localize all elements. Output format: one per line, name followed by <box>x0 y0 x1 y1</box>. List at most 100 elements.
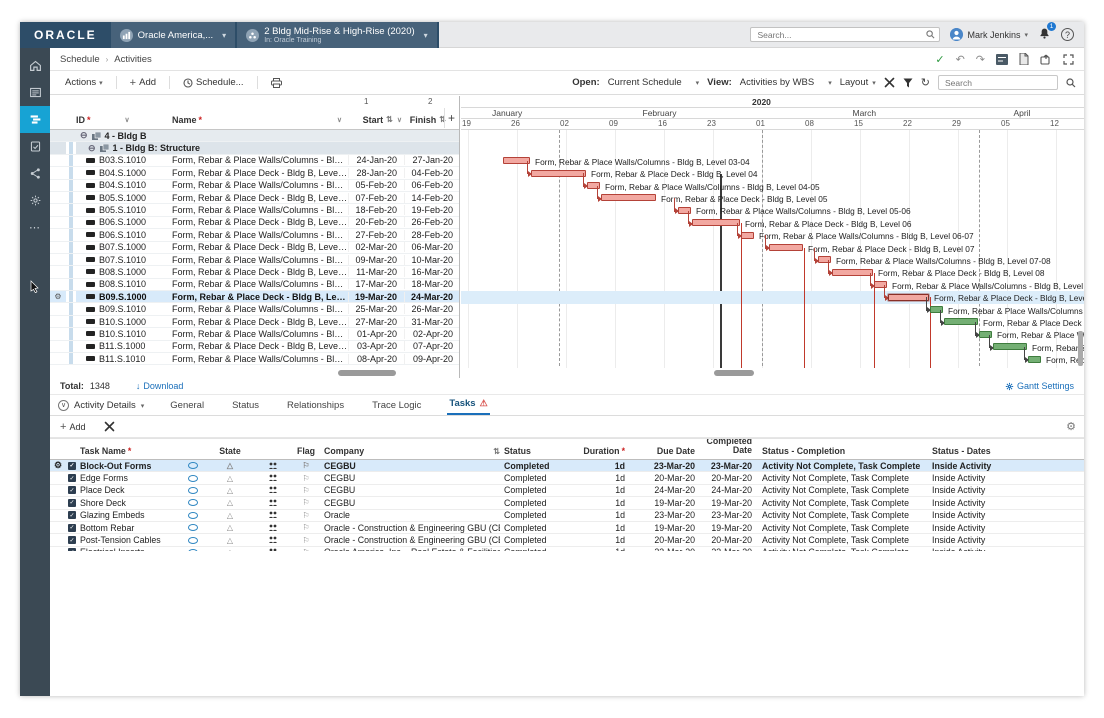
redo-icon[interactable]: ↷ <box>976 53 985 66</box>
column-menu-icon[interactable]: ∨ <box>337 116 342 124</box>
gantt-settings-link[interactable]: Gantt Settings <box>1005 381 1074 391</box>
sidebar-item-tasks[interactable] <box>20 133 50 160</box>
assignees-icon[interactable] <box>255 460 290 471</box>
gantt-bar[interactable] <box>692 219 740 226</box>
activity-row[interactable]: B06.S.1000 Form, Rebar & Place Deck - Bl… <box>50 217 459 229</box>
task-checkbox-icon[interactable]: ✓ <box>68 486 76 494</box>
col-task-name[interactable]: Task Name* <box>80 439 180 459</box>
gantt-bar[interactable] <box>979 331 992 338</box>
col-flag[interactable]: Flag <box>290 439 322 459</box>
gantt-bar[interactable] <box>930 306 943 313</box>
column-header-name[interactable]: Name*∨ <box>172 109 348 130</box>
comment-icon[interactable] <box>188 537 198 544</box>
refresh-icon[interactable]: ↻ <box>921 76 930 89</box>
comment-icon[interactable] <box>188 499 198 506</box>
fullscreen-icon[interactable] <box>1063 54 1074 65</box>
column-menu-icon[interactable]: ∨ <box>397 116 402 124</box>
assignees-icon[interactable] <box>255 497 290 508</box>
gantt-bar[interactable] <box>888 294 929 301</box>
activity-row[interactable]: B10.S.1010 Form, Rebar & Place Walls/Col… <box>50 328 459 340</box>
gantt-bar[interactable] <box>503 157 530 164</box>
task-checkbox-icon[interactable]: ✓ <box>68 524 76 532</box>
activity-row[interactable]: B08.S.1000 Form, Rebar & Place Deck - Bl… <box>50 266 459 278</box>
gantt-bar[interactable] <box>874 281 887 288</box>
activity-row[interactable]: B08.S.1010 Form, Rebar & Place Walls/Col… <box>50 279 459 291</box>
task-row[interactable]: ✓ Bottom Rebar △ ⚐ Oracle - Construction… <box>50 522 1084 534</box>
flag-icon[interactable]: ⚐ <box>302 461 309 470</box>
gantt-bar[interactable] <box>1028 356 1041 363</box>
activity-row[interactable]: B05.S.1010 Form, Rebar & Place Walls/Col… <box>50 204 459 216</box>
breadcrumb-schedule[interactable]: Schedule <box>60 54 100 65</box>
details-panel-icon[interactable] <box>996 54 1008 65</box>
gantt-horizontal-scrollbar[interactable] <box>461 370 1084 377</box>
gantt-vertical-scrollbar[interactable] <box>1078 331 1083 366</box>
activity-row[interactable]: B07.S.1010 Form, Rebar & Place Walls/Col… <box>50 254 459 266</box>
tab-status[interactable]: Status <box>230 400 261 415</box>
sidebar-item-summary[interactable] <box>20 79 50 106</box>
col-duration[interactable]: Duration* <box>578 439 625 459</box>
task-row[interactable]: ✓ Post-Tension Cables △ ⚐ Oracle - Const… <box>50 534 1084 546</box>
row-gear-icon[interactable] <box>50 522 66 533</box>
table-horizontal-scrollbar[interactable] <box>50 370 459 377</box>
col-completed-date[interactable]: CompletedDate <box>695 439 752 459</box>
comment-icon[interactable] <box>188 524 198 531</box>
global-search-input[interactable] <box>755 29 926 41</box>
col-state[interactable]: State <box>205 439 255 459</box>
sort-icon[interactable]: ⇅ <box>484 439 500 459</box>
add-task-button[interactable]: + Add <box>58 419 92 435</box>
sort-icon[interactable]: ⇅ <box>386 115 393 124</box>
comment-icon[interactable] <box>188 512 198 519</box>
assignees-icon[interactable] <box>255 522 290 533</box>
activity-details-control[interactable]: ∨ Activity Details ▾ <box>58 400 144 415</box>
task-checkbox-icon[interactable]: ✓ <box>68 499 76 507</box>
actions-button[interactable]: Actions▾ <box>58 75 110 90</box>
activity-row[interactable]: B04.S.1000 Form, Rebar & Place Deck - Bl… <box>50 167 459 179</box>
gantt-bar[interactable] <box>993 343 1027 350</box>
panel-settings-gear-icon[interactable]: ⚙ <box>1066 420 1076 433</box>
task-checkbox-icon[interactable]: ✓ <box>68 511 76 519</box>
gantt-bar[interactable] <box>678 207 691 214</box>
print-button[interactable] <box>264 76 289 90</box>
scrollbar-thumb[interactable] <box>338 370 396 376</box>
task-row[interactable]: ✓ Glazing Embeds △ ⚐ Oracle Completed 1d… <box>50 510 1084 522</box>
sidebar-item-settings[interactable] <box>20 187 50 214</box>
activity-row[interactable]: ⚙ B09.S.1000 Form, Rebar & Place Deck - … <box>50 291 459 303</box>
sidebar-item-home[interactable] <box>20 52 50 79</box>
project-selector[interactable]: 2 Bldg Mid-Rise & High-Rise (2020) In: O… <box>237 22 437 48</box>
column-header-start[interactable]: Start⇅∨ <box>348 109 404 130</box>
activity-row[interactable]: B03.S.1010 Form, Rebar & Place Walls/Col… <box>50 155 459 167</box>
comment-icon[interactable] <box>188 475 198 482</box>
task-row[interactable]: ✓ Shore Deck △ ⚐ CEGBU Completed 1d 19-M… <box>50 497 1084 509</box>
schedule-run-button[interactable]: Schedule... <box>176 75 251 90</box>
layout-button[interactable]: Layout▾ <box>840 77 876 88</box>
collapse-icon[interactable]: ⊖ <box>88 143 96 154</box>
global-search[interactable] <box>750 27 940 42</box>
workspace-selector[interactable]: Oracle America,... ▾ <box>111 22 236 48</box>
task-checkbox-icon[interactable]: ✓ <box>68 462 76 470</box>
add-activity-button[interactable]: +Add <box>123 75 163 91</box>
activity-row[interactable]: B10.S.1000 Form, Rebar & Place Deck - Bl… <box>50 316 459 328</box>
share-icon[interactable] <box>1040 54 1052 65</box>
gantt-bar[interactable] <box>601 194 656 201</box>
activity-row[interactable]: B11.S.1000 Form, Rebar & Place Deck - Bl… <box>50 341 459 353</box>
gantt-bar[interactable] <box>944 318 978 325</box>
flag-icon[interactable]: ⚐ <box>302 498 309 507</box>
gantt-bar[interactable] <box>531 170 586 177</box>
activity-search-input[interactable] <box>943 77 1058 89</box>
sidebar-item-schedule[interactable] <box>20 106 50 133</box>
flag-icon[interactable]: ⚐ <box>302 511 309 520</box>
activity-row[interactable]: B06.S.1010 Form, Rebar & Place Walls/Col… <box>50 229 459 241</box>
row-gear-icon[interactable] <box>50 497 66 508</box>
activity-row[interactable]: B04.S.1010 Form, Rebar & Place Walls/Col… <box>50 180 459 192</box>
activity-row[interactable]: B09.S.1010 Form, Rebar & Place Walls/Col… <box>50 303 459 315</box>
tab-tasks[interactable]: Tasks⚠ <box>447 398 489 415</box>
sidebar-item-resources[interactable] <box>20 160 50 187</box>
help-button[interactable]: ? <box>1061 28 1074 41</box>
row-gear-icon[interactable]: ⚙ <box>50 460 66 471</box>
gantt-bar[interactable] <box>587 182 600 189</box>
gantt-bar[interactable] <box>741 232 754 239</box>
undo-icon[interactable]: ↶ <box>956 53 965 66</box>
col-status-dates[interactable]: Status - Dates <box>932 439 1072 459</box>
flag-icon[interactable]: ⚐ <box>302 474 309 483</box>
activity-row[interactable]: B07.S.1000 Form, Rebar & Place Deck - Bl… <box>50 242 459 254</box>
